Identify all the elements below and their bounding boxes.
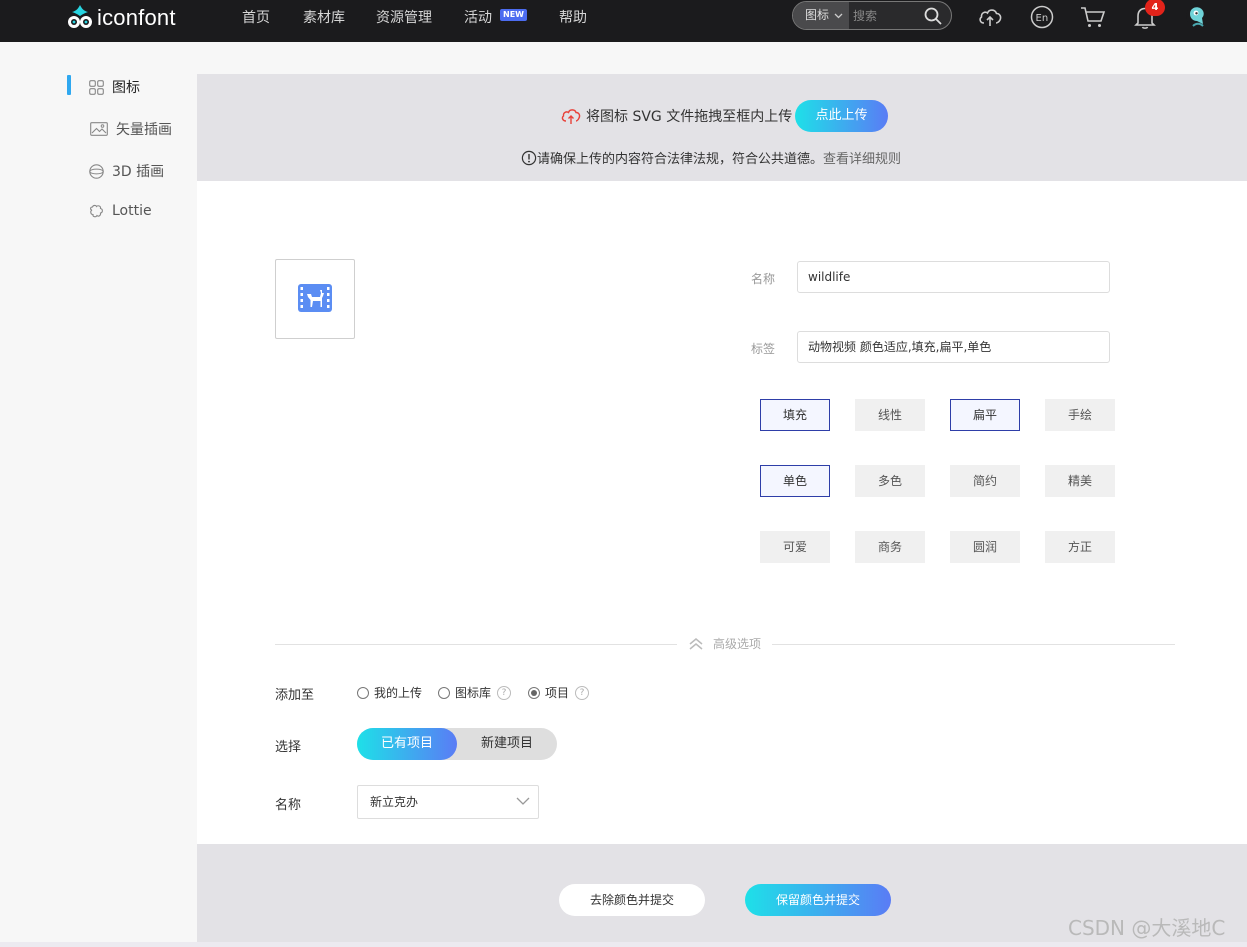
tags-field[interactable]: 动物视频 颜色适应,填充,扁平,单色: [797, 331, 1110, 363]
search-input[interactable]: [853, 7, 919, 25]
sidebar-active-indicator: [67, 75, 71, 95]
sidebar-item-vector[interactable]: 矢量插画: [90, 119, 172, 139]
search-box: 图标: [792, 1, 952, 30]
tag-exquisite[interactable]: 精美: [1045, 465, 1115, 497]
remove-color-submit-button[interactable]: 去除颜色并提交: [559, 884, 705, 916]
warning-icon: [521, 150, 537, 165]
tag-handdrawn[interactable]: 手绘: [1045, 399, 1115, 431]
nav-library[interactable]: 素材库: [303, 7, 345, 27]
svg-text:En: En: [1036, 13, 1049, 24]
sidebar-item-label: 矢量插画: [116, 122, 172, 138]
sphere-icon: [89, 163, 104, 179]
rule-text: 请确保上传的内容符合法律法规，符合公共道德。: [537, 152, 824, 167]
divider: [772, 644, 1175, 645]
project-name-label: 名称: [275, 798, 302, 813]
upload-cloud-icon: [561, 109, 581, 124]
divider: [275, 644, 677, 645]
radio-project[interactable]: 项目 ?: [528, 684, 590, 701]
nav-home[interactable]: 首页: [242, 7, 270, 27]
upload-cloud-icon[interactable]: [977, 4, 1003, 30]
nav-activity[interactable]: 活动: [464, 7, 492, 27]
tag-square[interactable]: 方正: [1045, 531, 1115, 563]
radio-my-uploads[interactable]: 我的上传: [357, 684, 422, 701]
radio-dot: [357, 686, 369, 699]
radio-icon-library[interactable]: 图标库 ?: [438, 684, 512, 701]
tag-business[interactable]: 商务: [855, 531, 925, 563]
tag-linear[interactable]: 线性: [855, 399, 925, 431]
help-icon[interactable]: ?: [497, 685, 512, 700]
cart-icon[interactable]: [1080, 4, 1106, 30]
name-field[interactable]: wildlife: [797, 261, 1110, 293]
tag-mono[interactable]: 单色: [760, 465, 830, 497]
help-icon[interactable]: ?: [575, 685, 590, 700]
tag-cute[interactable]: 可爱: [760, 531, 830, 563]
select-label: 选择: [275, 740, 302, 755]
project-select-value: 新立克办: [370, 795, 419, 809]
upload-instruction: 将图标 SVG 文件拖拽至框内上传: [560, 106, 792, 126]
search-icon[interactable]: [923, 6, 943, 26]
tag-fill[interactable]: 填充: [760, 399, 830, 431]
logo[interactable]: iconfont: [66, 2, 176, 34]
name-label: 名称: [751, 272, 776, 286]
iconfont-logo-icon: [68, 5, 92, 28]
upload-button[interactable]: 点此上传: [795, 100, 888, 132]
sidebar-item-label: Lottie: [112, 203, 152, 219]
rule-notice: 请确保上传的内容符合法律法规，符合公共道德。 查看详细规则: [521, 148, 901, 167]
radio-dot-checked: [528, 686, 540, 699]
project-select[interactable]: 新立克办: [357, 785, 539, 819]
chevron-down-icon: [834, 13, 843, 19]
lottie-icon: [90, 204, 103, 217]
notification-count-badge: 4: [1145, 0, 1165, 16]
image-icon: [90, 122, 108, 136]
chevron-double-up-icon: [689, 637, 703, 650]
keep-color-submit-button[interactable]: 保留颜色并提交: [745, 884, 891, 916]
logo-text: iconfont: [97, 5, 176, 30]
deer-video-icon: [298, 284, 332, 312]
radio-label: 我的上传: [374, 686, 423, 700]
main-panel: [197, 74, 1247, 942]
bottom-edge: [0, 942, 1247, 947]
sidebar-item-label: 3D 插画: [112, 164, 165, 180]
grid-icon: [89, 79, 104, 95]
sidebar-item-lottie[interactable]: Lottie: [89, 203, 152, 219]
rule-link[interactable]: 查看详细规则: [823, 148, 901, 167]
watermark: CSDN @大溪地C: [1068, 916, 1226, 940]
radio-label: 图标库: [455, 686, 492, 700]
top-nav: iconfont 首页 素材库 资源管理 活动 NEW 帮助 图标 En 4: [0, 0, 1247, 42]
sidebar-item-3d[interactable]: 3D 插画: [89, 161, 164, 181]
search-type-label: 图标: [805, 8, 830, 22]
add-to-label: 添加至: [275, 688, 315, 703]
upload-text: 将图标 SVG 文件拖拽至框内上传: [586, 109, 793, 125]
existing-project-tab[interactable]: 已有项目: [357, 728, 457, 760]
tag-flat[interactable]: 扁平: [950, 399, 1020, 431]
sidebar-item-icons[interactable]: 图标: [89, 77, 140, 97]
tag-simple[interactable]: 简约: [950, 465, 1020, 497]
tag-rounded[interactable]: 圆润: [950, 531, 1020, 563]
sidebar-item-label: 图标: [112, 80, 140, 96]
tag-multicolor[interactable]: 多色: [855, 465, 925, 497]
advanced-options-toggle[interactable]: 高级选项: [688, 635, 761, 652]
project-segmented-control: 已有项目 新建项目: [357, 728, 557, 760]
chevron-down-icon: [516, 797, 530, 805]
icon-preview: [275, 259, 355, 339]
advanced-options-label: 高级选项: [713, 637, 762, 651]
avatar[interactable]: [1184, 3, 1210, 29]
new-badge: NEW: [500, 9, 527, 21]
search-type-select[interactable]: 图标: [793, 2, 849, 29]
new-project-tab[interactable]: 新建项目: [457, 728, 557, 760]
language-en-icon[interactable]: En: [1029, 4, 1055, 30]
nav-help[interactable]: 帮助: [559, 7, 587, 27]
tags-label: 标签: [751, 342, 776, 356]
nav-resources[interactable]: 资源管理: [376, 7, 432, 27]
radio-label: 项目: [545, 686, 570, 700]
radio-dot: [438, 686, 450, 699]
